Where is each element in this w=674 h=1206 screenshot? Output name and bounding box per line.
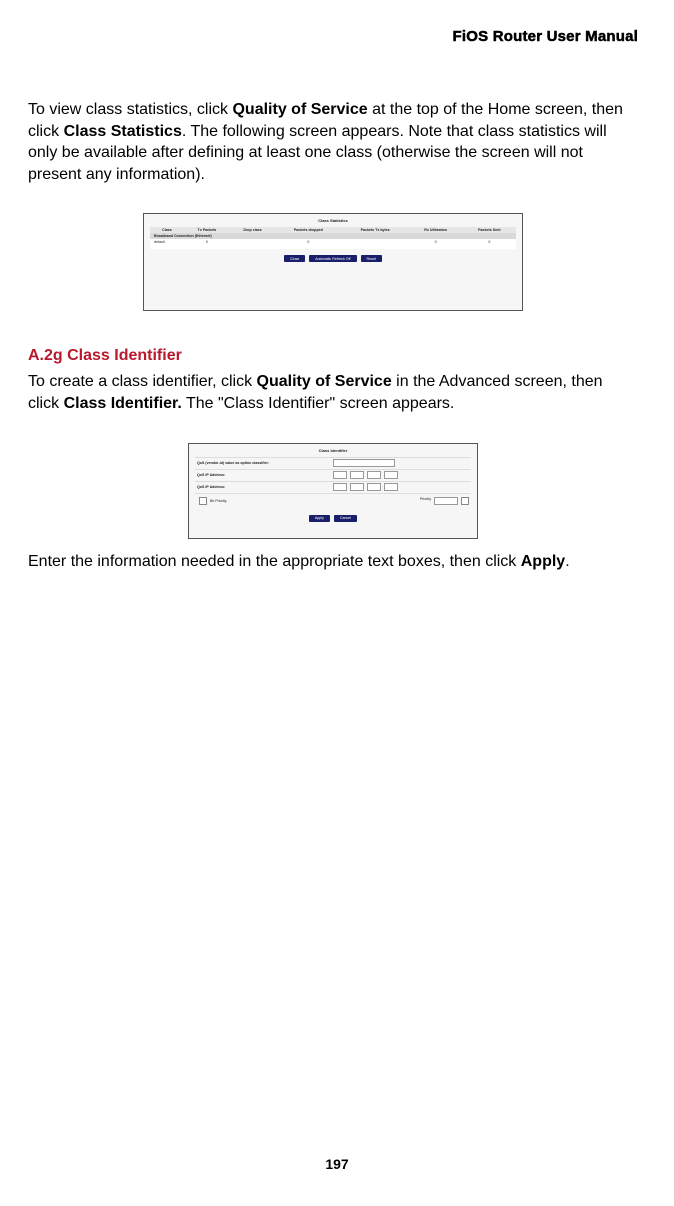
fig2-row2-label: QoS IP Address:: [197, 473, 333, 477]
fig1-buttons: Close Automatic Refresh Off Reset: [150, 255, 516, 262]
fig1-table: Class Tx Packets Drop class Packets drop…: [150, 227, 516, 249]
ip-octet-input[interactable]: [384, 483, 398, 491]
cell: [150, 247, 184, 249]
cell: [184, 247, 230, 249]
ip-octet-input[interactable]: [367, 471, 381, 479]
fig2-row3-label: QoS IP Address:: [197, 485, 333, 489]
closing-paragraph: Enter the information needed in the appr…: [28, 551, 638, 573]
cell: [275, 247, 342, 249]
intro-paragraph: To view class statistics, click Quality …: [28, 99, 638, 185]
intro-text-1: To view class statistics, click: [28, 101, 232, 118]
section-paragraph: To create a class identifier, click Qual…: [28, 371, 638, 414]
ip-octet-input[interactable]: [350, 471, 364, 479]
ip-octet-input[interactable]: [384, 471, 398, 479]
cell: [230, 247, 275, 249]
fig1-title: Class Statistics: [150, 218, 516, 223]
page-number: 197: [0, 1156, 674, 1172]
figure-2-wrap: Class Identifier QoS (vendor-id) value a…: [28, 443, 638, 539]
class-identifier-figure: Class Identifier QoS (vendor-id) value a…: [188, 443, 478, 539]
cell: [463, 247, 516, 249]
apply-text: Apply: [521, 553, 565, 570]
p3-text-2: .: [565, 553, 569, 570]
class-statistics-figure: Class Statistics Class Tx Packets Drop c…: [143, 213, 523, 311]
class-identifier-link: Class Identifier.: [64, 395, 182, 412]
close-button[interactable]: Close: [284, 255, 305, 262]
p3-text-1: Enter the information needed in the appr…: [28, 553, 521, 570]
cell: [409, 247, 463, 249]
figure-1-wrap: Class Statistics Class Tx Packets Drop c…: [28, 213, 638, 311]
manual-title: FiOS Router User Manual: [28, 28, 638, 45]
cell: [342, 247, 409, 249]
fig2-row-1: QoS (vendor-id) value as option classifi…: [195, 457, 471, 469]
extra-checkbox[interactable]: [461, 497, 469, 505]
p2-text-3: The "Class Identifier" screen appears.: [182, 395, 455, 412]
fig2-row-4: Bit Priority. Priority: [195, 493, 471, 509]
p2-text-1: To create a class identifier, click: [28, 373, 257, 390]
qos-link-1: Quality of Service: [232, 101, 367, 118]
priority-input[interactable]: [434, 497, 458, 505]
cancel-button[interactable]: Cancel: [334, 515, 357, 522]
section-heading: A.2g Class Identifier: [28, 347, 638, 365]
priority-checkbox[interactable]: [199, 497, 207, 505]
ip-octet-input[interactable]: [350, 483, 364, 491]
priority-label: Priority: [420, 497, 431, 505]
ip-octet-input[interactable]: [333, 471, 347, 479]
auto-refresh-button[interactable]: Automatic Refresh Off: [309, 255, 356, 262]
qos-link-2: Quality of Service: [257, 373, 392, 390]
fig2-check-label: Bit Priority.: [210, 499, 227, 503]
ip-octet-input[interactable]: [333, 483, 347, 491]
fig2-row-2: QoS IP Address:: [195, 469, 471, 481]
fig2-title: Class Identifier: [195, 448, 471, 453]
reset-button[interactable]: Reset: [361, 255, 382, 262]
fig2-row-3: QoS IP Address:: [195, 481, 471, 493]
apply-button[interactable]: Apply: [309, 515, 330, 522]
fig2-row1-label: QoS (vendor-id) value as option classifi…: [197, 461, 333, 465]
fig2-buttons: Apply Cancel: [195, 515, 471, 522]
ip-octet-input[interactable]: [367, 483, 381, 491]
class-stats-link: Class Statistics: [64, 123, 182, 140]
vendor-id-input[interactable]: [333, 459, 395, 467]
table-row: [150, 247, 516, 249]
